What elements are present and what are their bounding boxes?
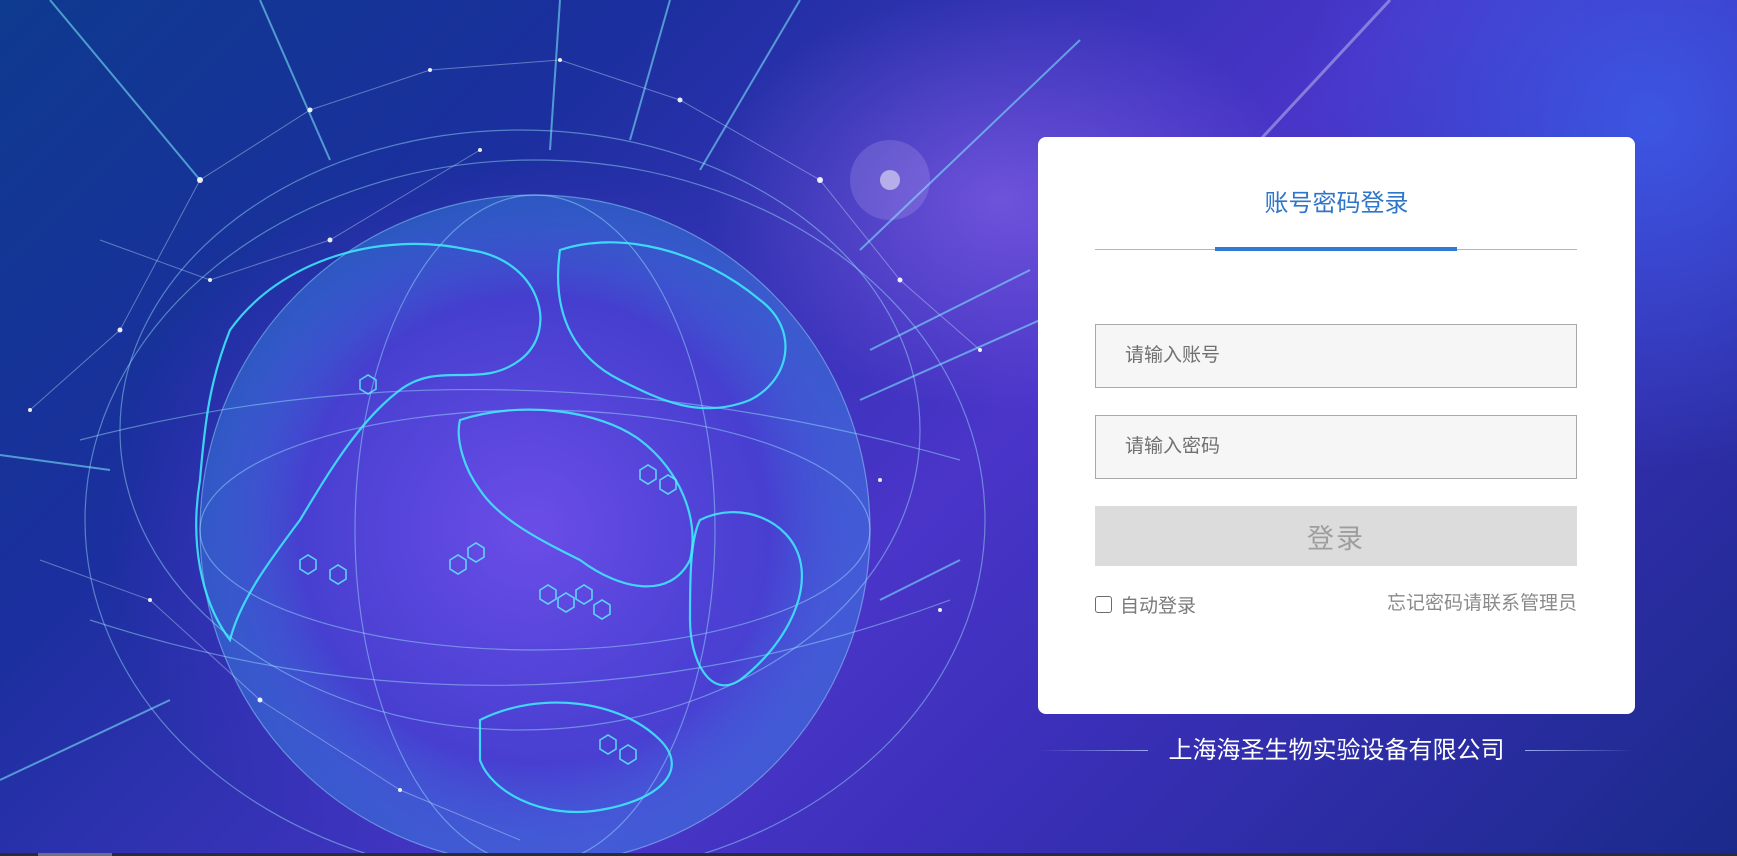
- company-name: 上海海圣生物实验设备有限公司: [1168, 737, 1505, 764]
- auto-login-label[interactable]: 自动登录: [1120, 591, 1196, 618]
- password-field: [1095, 415, 1577, 479]
- login-card: 账号密码登录 登录 自动登录 忘记密码请联系管理员: [1038, 137, 1635, 714]
- footer-divider-right: [1525, 750, 1635, 751]
- auto-login-option[interactable]: 自动登录: [1095, 591, 1196, 618]
- account-field: [1095, 324, 1577, 388]
- auto-login-checkbox[interactable]: [1095, 595, 1112, 613]
- active-tab-indicator: [1215, 247, 1457, 251]
- login-tab-title[interactable]: 账号密码登录: [1038, 183, 1635, 218]
- company-footer: 上海海圣生物实验设备有限公司: [1038, 736, 1635, 766]
- login-button[interactable]: 登录: [1095, 506, 1577, 566]
- forgot-password-hint: 忘记密码请联系管理员: [1386, 593, 1577, 614]
- account-input[interactable]: [1096, 325, 1576, 387]
- password-input[interactable]: [1096, 416, 1576, 478]
